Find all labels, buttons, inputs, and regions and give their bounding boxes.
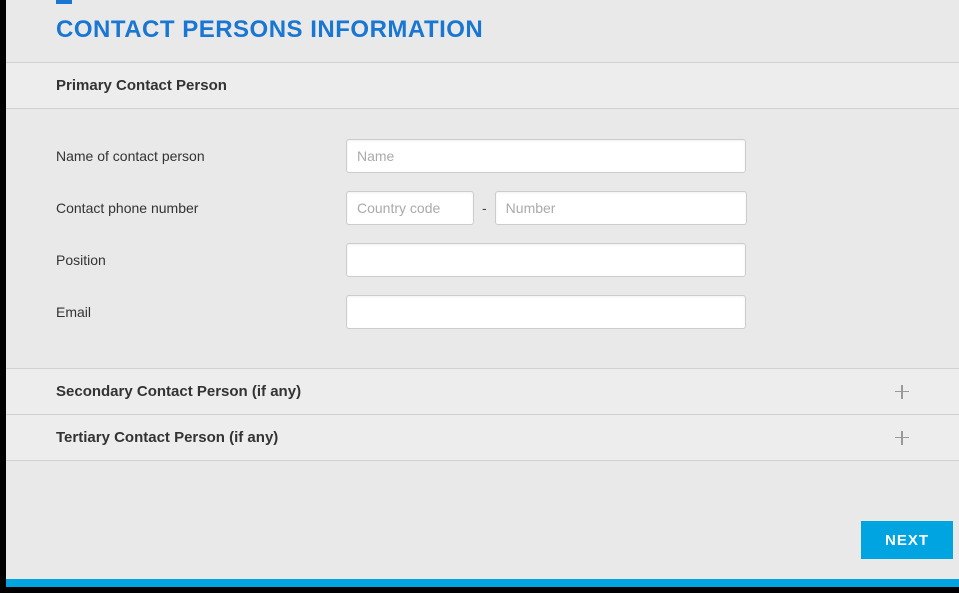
fields-phone: -: [346, 191, 909, 225]
bottom-accent-bar: [6, 579, 959, 587]
secondary-section-title: Secondary Contact Person: [56, 383, 248, 400]
fields-name: [346, 139, 909, 173]
primary-section-header: Primary Contact Person: [6, 62, 959, 109]
label-email: Email: [56, 304, 346, 320]
phone-dash: -: [482, 200, 487, 216]
page-title: CONTACT PERSONS INFORMATION: [56, 16, 909, 62]
tertiary-section-toggle[interactable]: Tertiary Contact Person (if any): [6, 414, 959, 461]
primary-section-title: Primary Contact Person: [56, 77, 227, 94]
row-email: Email: [56, 295, 909, 329]
label-name: Name of contact person: [56, 148, 346, 164]
label-phone: Contact phone number: [56, 200, 346, 216]
label-position: Position: [56, 252, 346, 268]
primary-form: Name of contact person Contact phone num…: [6, 109, 959, 369]
fields-position: [346, 243, 909, 277]
tertiary-section-label: Tertiary Contact Person (if any): [56, 429, 278, 446]
header-accent: [56, 0, 72, 4]
secondary-section-label: Secondary Contact Person (if any): [56, 383, 301, 400]
secondary-section-toggle[interactable]: Secondary Contact Person (if any): [6, 368, 959, 415]
tertiary-section-title: Tertiary Contact Person: [56, 429, 225, 446]
footer-area: NEXT: [6, 461, 959, 587]
row-phone: Contact phone number -: [56, 191, 909, 225]
tertiary-section-hint: (if any): [229, 429, 278, 446]
row-position: Position: [56, 243, 909, 277]
input-phone-number[interactable]: [495, 191, 747, 225]
plus-icon: [895, 431, 909, 445]
input-country-code[interactable]: [346, 191, 474, 225]
secondary-section-hint: (if any): [252, 383, 301, 400]
input-position[interactable]: [346, 243, 746, 277]
page-header: CONTACT PERSONS INFORMATION: [6, 0, 959, 62]
row-name: Name of contact person: [56, 139, 909, 173]
plus-icon: [895, 385, 909, 399]
fields-email: [346, 295, 909, 329]
input-email[interactable]: [346, 295, 746, 329]
next-button[interactable]: NEXT: [861, 521, 953, 559]
input-contact-name[interactable]: [346, 139, 746, 173]
page-container: CONTACT PERSONS INFORMATION Primary Cont…: [0, 0, 959, 593]
